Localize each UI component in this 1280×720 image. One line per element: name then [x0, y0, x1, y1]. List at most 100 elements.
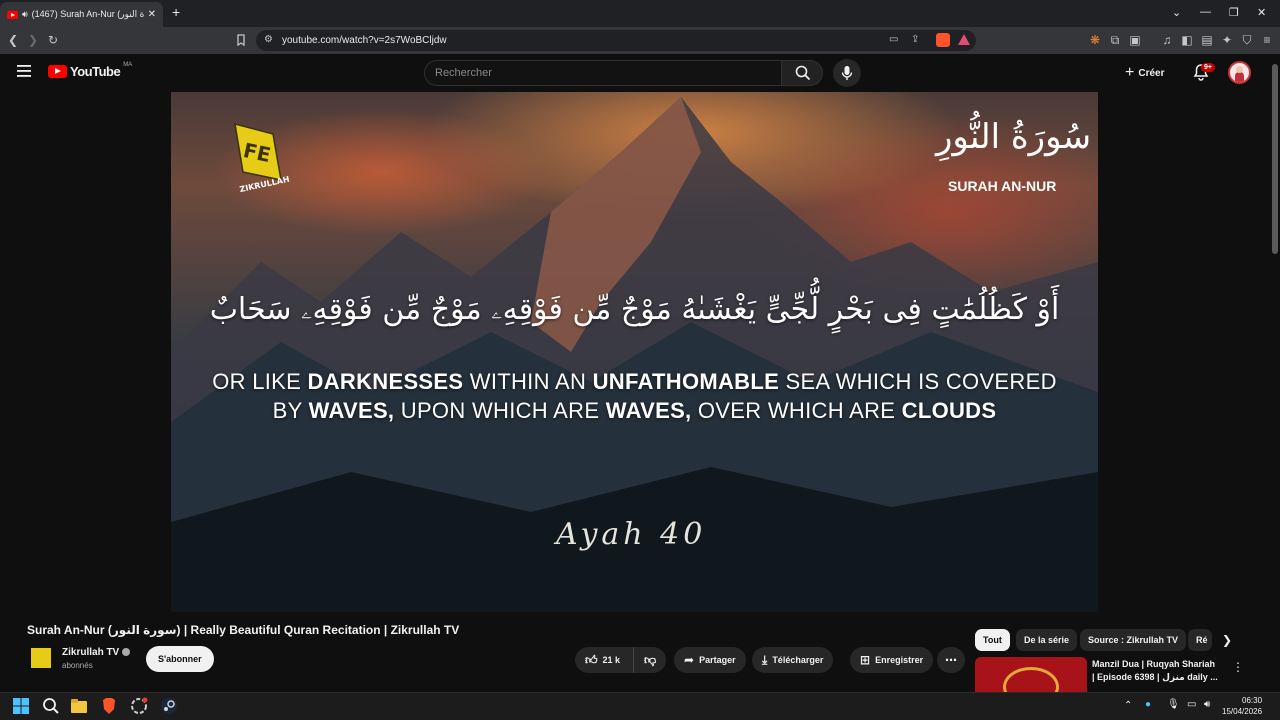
filter-chip-series[interactable]: De la série: [1016, 629, 1078, 651]
url-text: youtube.com/watch?v=2s7WoBCljdw: [282, 35, 447, 46]
verse-translation-line-1: OR LIKE DARKNESSES WITHIN AN UNFATHOMABL…: [212, 369, 1057, 394]
share-icon: ➦: [684, 653, 695, 667]
youtube-header: YouTube MA Rechercher + Créer: [0, 54, 1280, 92]
microphone-icon: [841, 66, 853, 80]
filter-chip-partial[interactable]: Ré: [1188, 629, 1212, 651]
windows-taskbar: ⌃ ● 🎙︎ ▭ 🔊︎ 06:30 15/04/2026: [0, 692, 1280, 720]
clock-date: 15/04/2026: [1222, 707, 1263, 716]
share-button[interactable]: ➦ Partager: [674, 647, 746, 673]
surah-title-arabic: سُورَةُ النُّورِ: [936, 117, 1092, 157]
media-icon[interactable]: ♫: [1160, 33, 1174, 47]
brave-rewards-icon[interactable]: [958, 34, 970, 45]
recommendation-title[interactable]: Manzil Dua | Ruqyah Shariah | Episode 63…: [1092, 658, 1220, 684]
save-playlist-icon: ⊞: [860, 653, 871, 667]
microphone-tray-icon[interactable]: 🎙︎: [1167, 699, 1180, 710]
more-horizontal-icon: ⋯: [945, 653, 957, 667]
network-icon[interactable]: ▭: [1187, 699, 1196, 710]
address-bar[interactable]: ⚙︎ youtube.com/watch?v=2s7WoBCljdw ▭ ⇪: [256, 30, 976, 51]
thumbs-up-icon: 👍︎: [585, 652, 598, 667]
taskbar-search-icon[interactable]: [42, 697, 62, 717]
subscriber-count: abonnés: [62, 661, 93, 670]
maximize-icon[interactable]: ❐: [1229, 6, 1239, 19]
site-info-icon[interactable]: ⚙︎: [264, 34, 273, 45]
search-icon: [795, 65, 811, 81]
verse-arabic-text: أَوْ كَظُلُمَٰتٍ فِى بَحْرٍ لُّجِّىٍّ يَ…: [209, 292, 1060, 327]
video-details: Surah An-Nur (سورة النور) | Really Beaut…: [0, 612, 1280, 692]
back-icon[interactable]: ❮: [6, 33, 20, 47]
steam-icon[interactable]: [160, 697, 180, 717]
cast-icon[interactable]: ▭: [889, 34, 898, 45]
vpn-icon[interactable]: ⛉: [1240, 33, 1254, 47]
youtube-favicon-icon: [7, 10, 18, 19]
clock-time: 06:30: [1242, 696, 1263, 705]
hamburger-menu-icon[interactable]: [17, 65, 31, 77]
filter-chip-all[interactable]: Tout: [975, 629, 1010, 651]
tray-overflow-icon[interactable]: ⌃: [1124, 700, 1132, 711]
browser-toolbar: ❮ ❯ ↻ ⚙︎ youtube.com/watch?v=2s7WoBCljdw…: [0, 27, 1280, 54]
youtube-logo[interactable]: YouTube MA: [48, 61, 133, 79]
file-explorer-icon[interactable]: [70, 697, 90, 717]
browser-tab[interactable]: 🔊︎ (1467) Surah An-Nur (سورة النور) ✕: [0, 2, 163, 27]
extensions-icon[interactable]: ⧉: [1108, 33, 1122, 47]
wallet-icon[interactable]: ▤: [1200, 33, 1214, 47]
create-button[interactable]: + Créer: [1125, 59, 1181, 87]
thumbs-down-icon: 👎︎: [644, 652, 657, 667]
browser-tab-strip: 🔊︎ (1467) Surah An-Nur (سورة النور) ✕ + …: [0, 0, 1280, 27]
create-label: Créer: [1138, 67, 1165, 79]
brave-shield-icon[interactable]: [936, 33, 950, 47]
channel-avatar[interactable]: [31, 648, 51, 668]
search-button[interactable]: [781, 60, 823, 86]
recommendation-thumbnail[interactable]: [975, 657, 1087, 692]
forward-icon[interactable]: ❯: [26, 33, 40, 47]
scrollbar-thumb[interactable]: [1272, 64, 1278, 254]
subscribe-button[interactable]: S'abonner: [146, 646, 214, 672]
speaker-icon[interactable]: 🔊︎: [22, 9, 28, 20]
video-player[interactable]: FE ZIKRULLAH سُورَةُ النُّورِ SURAH AN-N…: [171, 92, 1098, 612]
chips-next-icon[interactable]: ❯: [1222, 633, 1232, 647]
search-placeholder: Rechercher: [435, 67, 492, 79]
windows-start-icon[interactable]: [12, 697, 32, 717]
like-count: 21 k: [602, 655, 621, 665]
filter-chip-source[interactable]: Source : Zikrullah TV: [1080, 629, 1187, 651]
volume-icon[interactable]: 🔊︎: [1204, 699, 1210, 710]
recommendation-more-icon[interactable]: ⋮: [1232, 660, 1244, 674]
country-code: MA: [123, 61, 133, 68]
tab-search-chevron-icon[interactable]: ⌄: [1172, 6, 1181, 19]
extension-1-icon[interactable]: ❋: [1088, 33, 1102, 47]
screenshot-icon[interactable]: ▣: [1128, 33, 1142, 47]
avatar[interactable]: [1228, 61, 1251, 84]
youtube-wordmark: YouTube: [70, 64, 121, 79]
system-clock[interactable]: 06:30 15/04/2026: [1222, 695, 1262, 717]
tray-app-icon[interactable]: ●: [1145, 699, 1151, 710]
download-icon: ⤓: [762, 652, 768, 667]
tab-title: (1467) Surah An-Nur (سورة النور): [31, 9, 144, 19]
notification-count-badge: 9+: [1201, 63, 1215, 72]
save-button[interactable]: ⊞ Enregistrer: [850, 647, 934, 673]
leo-ai-icon[interactable]: ✦: [1220, 33, 1234, 47]
sidebar-icon[interactable]: ◧: [1180, 33, 1194, 47]
share-page-icon[interactable]: ⇪: [911, 34, 919, 45]
brave-browser-icon[interactable]: [100, 697, 120, 717]
channel-name[interactable]: Zikrullah TV: [62, 647, 131, 658]
more-actions-button[interactable]: ⋯: [937, 647, 965, 673]
verified-icon: [122, 648, 131, 657]
download-button[interactable]: ⤓ Télécharger: [752, 647, 834, 673]
new-tab-icon[interactable]: +: [172, 4, 180, 20]
page-scrollbar[interactable]: [1270, 54, 1280, 692]
youtube-play-icon: [48, 65, 67, 78]
close-window-icon[interactable]: ✕: [1257, 6, 1266, 19]
menu-icon[interactable]: ≡: [1260, 33, 1274, 47]
verse-translation: OR LIKE DARKNESSES WITHIN AN UNFATHOMABL…: [201, 367, 1068, 425]
bookmark-icon[interactable]: [234, 33, 248, 47]
reload-icon[interactable]: ↻: [46, 33, 60, 47]
verse-translation-line-2: BY WAVES, UPON WHICH ARE WAVES, OVER WHI…: [272, 398, 997, 423]
search-input[interactable]: Rechercher: [424, 60, 782, 86]
taskbar-app-icon[interactable]: [130, 697, 150, 717]
voice-search-button[interactable]: [833, 59, 861, 87]
surah-title-english: SURAH AN-NUR: [948, 178, 1057, 194]
dislike-button[interactable]: 👎︎: [633, 647, 666, 673]
tab-close-icon[interactable]: ✕: [148, 9, 156, 20]
like-button[interactable]: 👍︎ 21 k: [575, 647, 633, 673]
minimize-icon[interactable]: —: [1200, 6, 1211, 18]
ayah-number-label: Ayah 40: [556, 517, 707, 552]
